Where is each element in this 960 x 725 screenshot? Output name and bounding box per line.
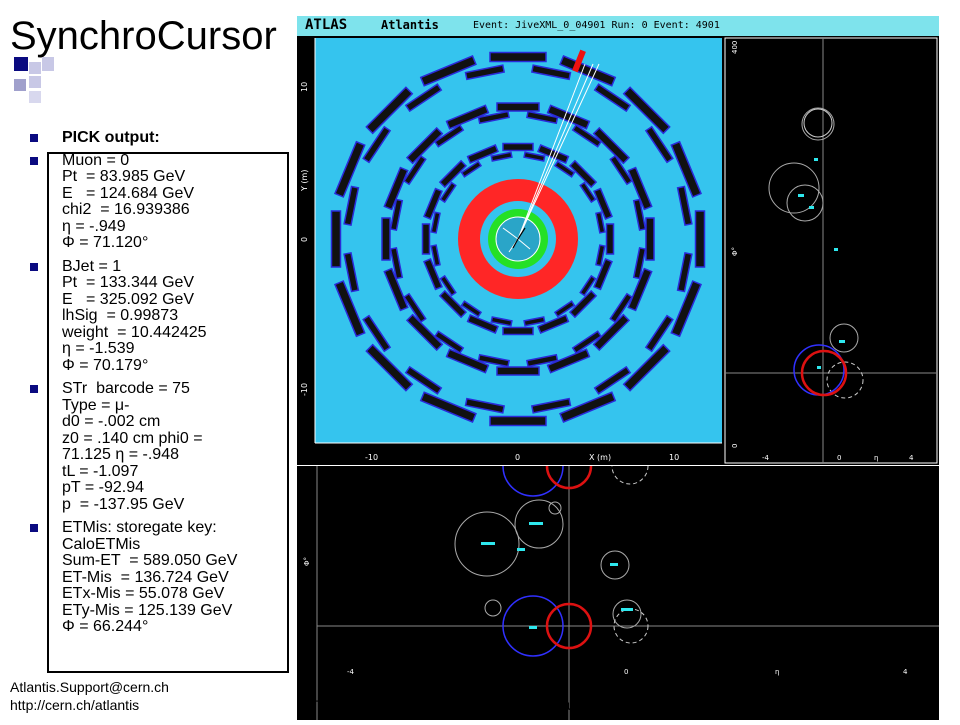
atlantis-bottom-view[interactable]: -4 0 4 η Φ° [297, 447, 939, 720]
muon-chamber [496, 366, 540, 376]
svg-text:0: 0 [837, 454, 841, 462]
muon-chamber [502, 326, 534, 336]
eta-phi-x-label: η [874, 454, 878, 462]
muon-chamber [502, 142, 534, 152]
atlantis-url[interactable]: http://cern.ch/atlantis [10, 696, 169, 714]
muon-chamber [330, 210, 342, 268]
svg-text:0: 0 [515, 453, 520, 462]
svg-text:-10: -10 [365, 453, 378, 462]
muon-chamber [605, 223, 615, 255]
eta-phi-view[interactable] [724, 37, 938, 464]
svg-text:400: 400 [731, 41, 739, 54]
pick-entry-text: ETMis: storegate key: CaloETMis Sum-ET =… [62, 519, 238, 635]
muon-chamber [496, 102, 540, 112]
svg-text:0: 0 [300, 237, 309, 242]
pick-heading: PICK output: [62, 129, 160, 146]
pick-heading-item: PICK output: [30, 129, 300, 147]
page-number: 23 [920, 697, 936, 713]
svg-text:-4: -4 [347, 668, 355, 676]
svg-text:4: 4 [903, 668, 908, 676]
bottom-eta-phi-canvas[interactable]: -4 0 4 η Φ° [297, 447, 939, 720]
xy-x-label: X (m) [589, 453, 611, 462]
bottom-hits [481, 522, 633, 629]
bottom-y-label: Φ° [303, 557, 311, 566]
svg-text:10: 10 [300, 82, 309, 92]
pick-entry-muon: Muon = 0 Pt = 83.985 GeV E = 124.684 GeV… [30, 151, 300, 252]
footer-title: Trigger info in Atlantis event display, … [314, 697, 610, 713]
pick-entry-text: Muon = 0 Pt = 83.985 GeV E = 124.684 GeV… [62, 151, 195, 251]
xy-y-ticks: 10 0 -10 Y (m) [300, 82, 309, 396]
muon-chamber [694, 210, 706, 268]
muon-chamber [421, 223, 431, 255]
svg-text:-10: -10 [300, 383, 309, 396]
muon-chamber [489, 51, 547, 63]
xy-x-ticks: -10 0 10 X (m) [365, 453, 679, 462]
bottom-circles [454, 447, 649, 644]
title-decoration-squares [14, 57, 54, 103]
atlantis-canvas[interactable]: -10 0 10 X (m) 10 0 -10 Y (m) -4 0 4 η 4… [297, 16, 939, 465]
pick-entry-track: STr barcode = 75 Type = μ- d0 = -.002 cm… [30, 380, 300, 513]
muon-chamber [645, 217, 655, 261]
muon-chamber [381, 217, 391, 261]
xy-y-label: Y (m) [300, 170, 309, 192]
pick-entry-etmis: ETMis: storegate key: CaloETMis Sum-ET =… [30, 519, 300, 636]
svg-text:0: 0 [731, 444, 739, 448]
pick-entry-bjet: BJet = 1 Pt = 133.344 GeV E = 325.092 Ge… [30, 257, 300, 375]
slide-title: SynchroCursor [10, 14, 277, 58]
bottom-x-label: η [775, 668, 779, 676]
bottom-x-ticks: -4 0 4 η [347, 668, 908, 676]
pick-entry-text: BJet = 1 Pt = 133.344 GeV E = 325.092 Ge… [62, 257, 207, 374]
svg-text:10: 10 [669, 453, 679, 462]
svg-text:0: 0 [624, 668, 628, 676]
support-email[interactable]: Atlantis.Support@cern.ch [10, 678, 169, 696]
eta-phi-y-label: Φ° [731, 247, 739, 256]
atlantis-window[interactable]: ATLAS Atlantis Event: JiveXML_0_04901 Ru… [297, 16, 939, 465]
pick-output-list: PICK output: Muon = 0 Pt = 83.985 GeV E … [30, 129, 300, 643]
svg-text:-4: -4 [762, 454, 770, 462]
pick-entry-text: STr barcode = 75 Type = μ- d0 = -.002 cm… [62, 380, 203, 513]
svg-text:4: 4 [909, 454, 914, 462]
footer-contact: Atlantis.Support@cern.ch http://cern.ch/… [10, 678, 169, 714]
muon-chamber [489, 415, 547, 427]
